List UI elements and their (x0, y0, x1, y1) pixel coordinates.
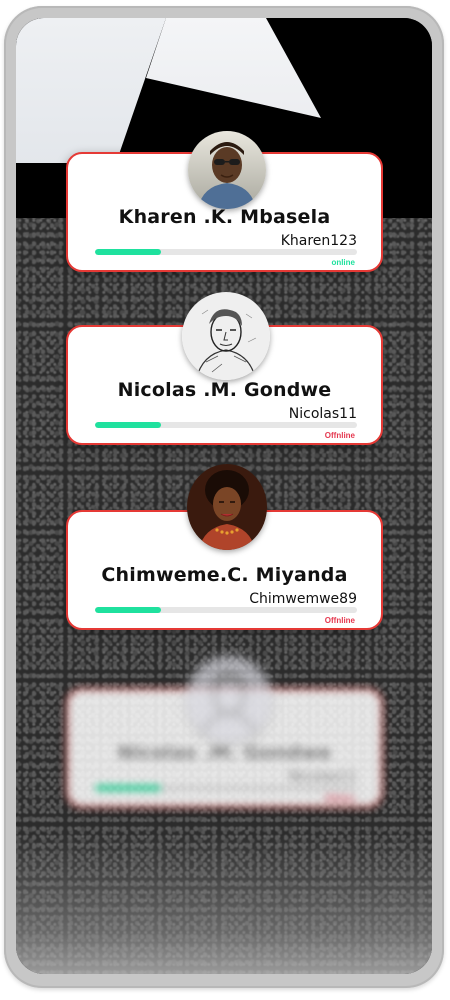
pencil-sketch-portrait-icon (182, 292, 270, 380)
progress-bar (95, 249, 357, 255)
progress-fill (95, 785, 161, 791)
progress-fill (95, 607, 161, 613)
status-label: Offnline (324, 431, 355, 440)
progress-bar (95, 422, 357, 428)
avatar[interactable] (187, 464, 267, 550)
user-handle: Nicolas11 (288, 769, 357, 785)
user-handle: Nicolas11 (288, 406, 357, 422)
avatar[interactable] (182, 292, 270, 380)
woman-with-sunglasses-photo-icon (188, 131, 266, 209)
avatar[interactable] (188, 131, 266, 209)
user-name: Chimweme.C. Miyanda (101, 564, 348, 586)
user-name: Kharen .K. Mbasela (118, 206, 331, 228)
progress-fill (95, 422, 161, 428)
progress-fill (95, 249, 161, 255)
user-name: Nicolas .M. Gondwe (117, 742, 332, 764)
status-label: Offnline (324, 616, 355, 625)
status-label: online (331, 258, 355, 267)
user-name: Nicolas .M. Gondwe (117, 379, 332, 401)
progress-bar (95, 607, 357, 613)
woman-portrait-photo-icon (187, 464, 267, 550)
avatar[interactable] (186, 656, 272, 742)
user-handle: Chimwemwe89 (249, 591, 357, 607)
bottom-fade (16, 834, 432, 974)
status-label: Offnline (324, 794, 355, 803)
user-handle: Kharen123 (280, 233, 357, 249)
pencil-sketch-portrait-icon (186, 656, 272, 742)
progress-bar (95, 785, 357, 791)
